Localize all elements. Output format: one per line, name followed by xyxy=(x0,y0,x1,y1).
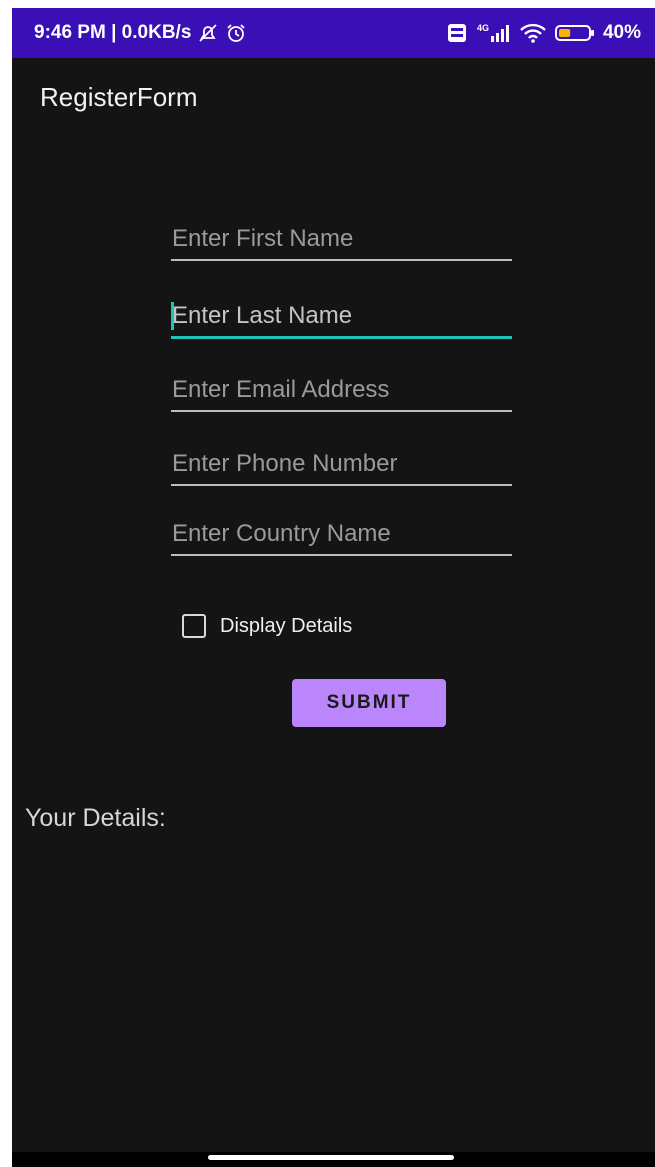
status-bar: 9:46 PM | 0.0KB/s 4G 40% xyxy=(12,8,655,58)
last-name-input[interactable] xyxy=(171,296,513,336)
phone-field[interactable] xyxy=(171,444,513,486)
first-name-field[interactable] xyxy=(171,219,513,261)
home-indicator[interactable] xyxy=(208,1155,454,1160)
submit-button[interactable]: SUBMIT xyxy=(292,679,446,727)
first-name-input[interactable] xyxy=(171,219,513,259)
country-input[interactable] xyxy=(171,514,513,554)
display-details-checkbox[interactable] xyxy=(182,614,206,638)
email-field[interactable] xyxy=(171,370,513,412)
network-label: 4G xyxy=(477,23,489,33)
text-cursor xyxy=(171,302,174,330)
wifi-icon xyxy=(519,22,547,44)
volte-icon xyxy=(447,23,467,43)
your-details-label: Your Details: xyxy=(25,804,166,832)
phone-screen: 9:46 PM | 0.0KB/s 4G 40% RegisterForm En… xyxy=(12,8,655,1167)
battery-icon xyxy=(554,23,595,43)
mute-icon xyxy=(197,23,219,43)
display-details-row[interactable]: Display Details xyxy=(182,614,352,638)
alarm-icon xyxy=(225,22,247,44)
email-input[interactable] xyxy=(171,370,513,410)
app-title: RegisterForm xyxy=(40,82,198,112)
country-field[interactable] xyxy=(171,514,513,556)
last-name-field[interactable] xyxy=(171,296,513,339)
signal-icon: 4G xyxy=(475,22,511,44)
navigation-bar xyxy=(12,1152,655,1167)
battery-percent: 40% xyxy=(602,22,641,43)
phone-input[interactable] xyxy=(171,444,513,484)
display-details-label[interactable]: Display Details xyxy=(220,615,352,638)
status-right: 4G 40% xyxy=(447,8,641,58)
status-left: 9:46 PM | 0.0KB/s xyxy=(34,8,247,58)
status-time-speed: 9:46 PM | 0.0KB/s xyxy=(34,22,192,43)
